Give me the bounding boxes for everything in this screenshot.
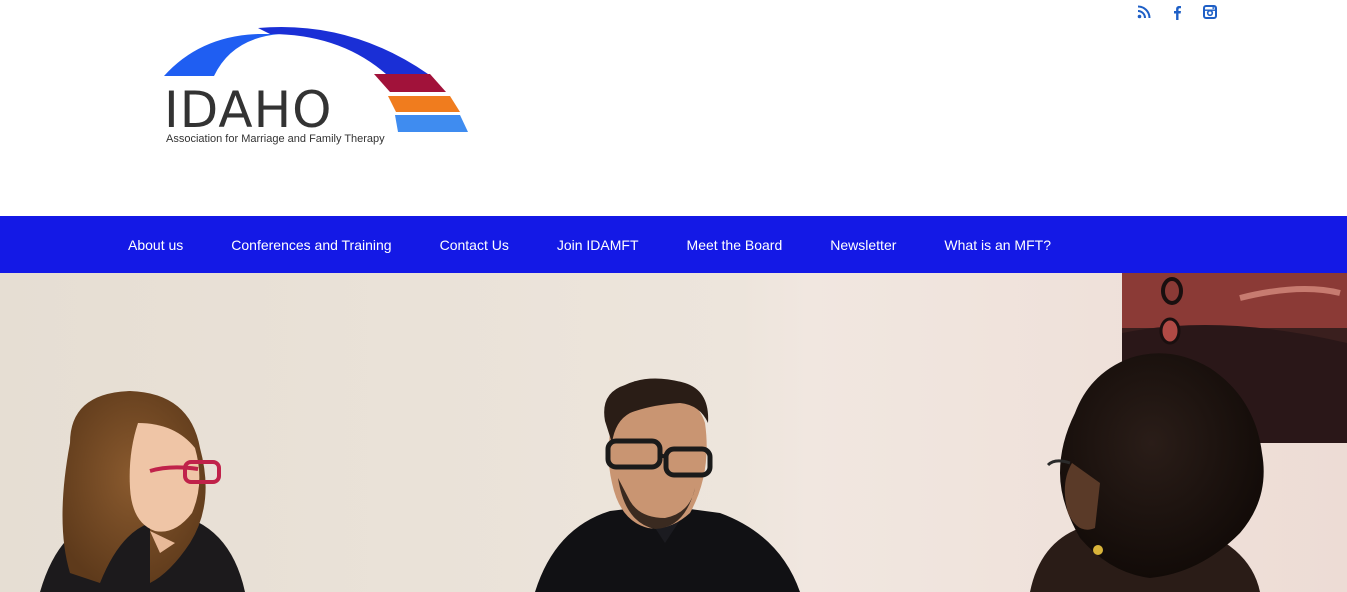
rss-icon[interactable]	[1133, 3, 1154, 21]
social-links	[1133, 3, 1220, 21]
logo-word: IDAHO	[164, 81, 333, 139]
idaho-amft-logo: IDAHO Association for Marriage and Famil…	[164, 26, 468, 145]
nav-item-newsletter[interactable]: Newsletter	[830, 237, 896, 253]
site-header: IDAHO Association for Marriage and Famil…	[0, 0, 1347, 216]
instagram-icon[interactable]	[1199, 3, 1220, 21]
nav-item-about-us[interactable]: About us	[128, 237, 183, 253]
main-navigation: About us Conferences and Training Contac…	[0, 216, 1347, 273]
nav-item-meet-the-board[interactable]: Meet the Board	[687, 237, 783, 253]
nav-item-conferences-and-training[interactable]: Conferences and Training	[231, 237, 391, 253]
nav-item-join-idamft[interactable]: Join IDAMFT	[557, 237, 639, 253]
page: IDAHO Association for Marriage and Famil…	[0, 0, 1347, 592]
logo-tagline: Association for Marriage and Family Ther…	[166, 133, 385, 145]
therapy-session-photo	[0, 273, 1347, 592]
hero-photo	[0, 273, 1347, 592]
nav-item-contact-us[interactable]: Contact Us	[440, 237, 509, 253]
nav-item-what-is-an-mft[interactable]: What is an MFT?	[944, 237, 1051, 253]
facebook-icon[interactable]	[1166, 3, 1187, 21]
